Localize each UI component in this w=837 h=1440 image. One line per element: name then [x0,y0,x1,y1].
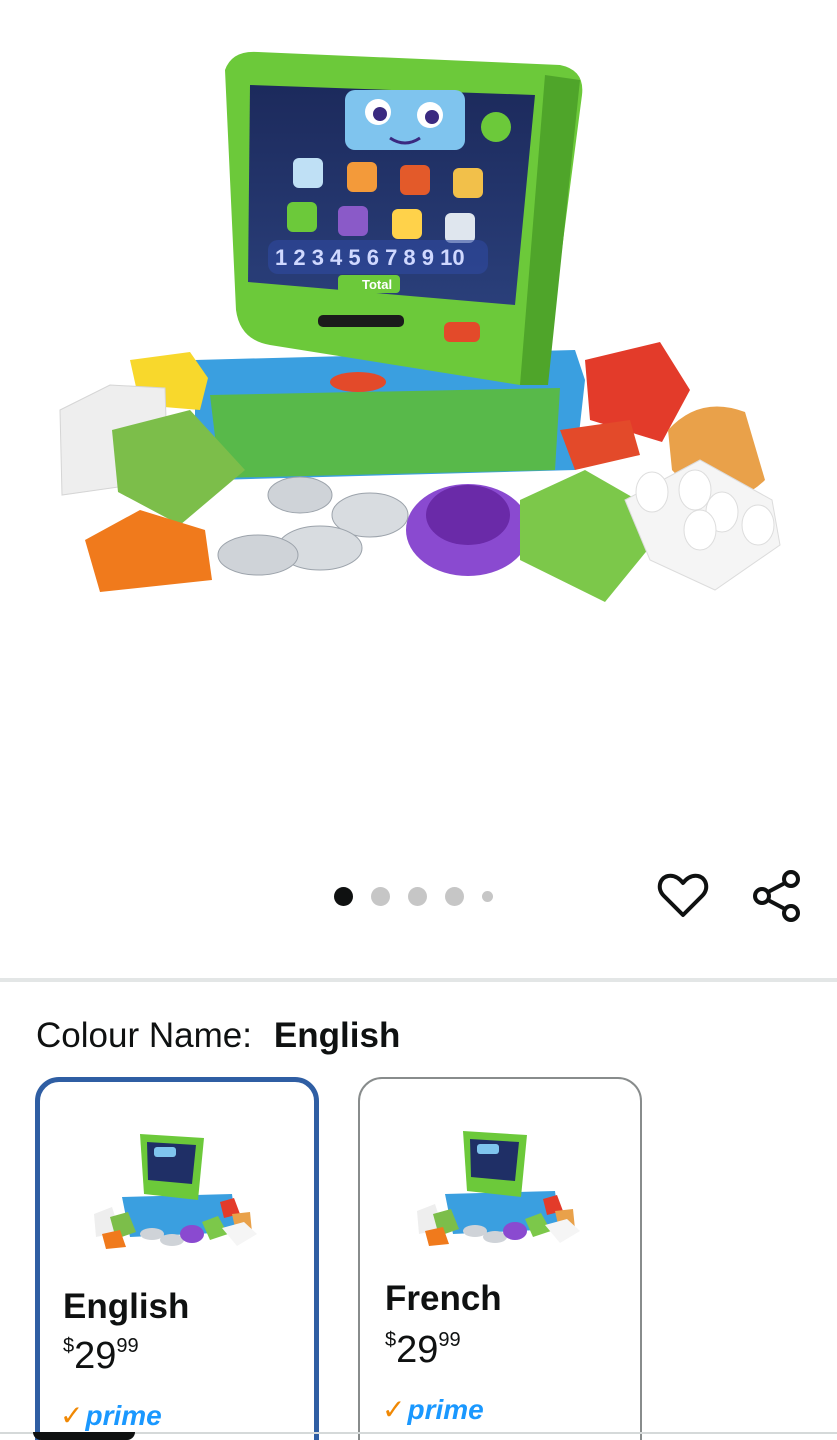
share-button[interactable] [749,868,805,924]
product-thumbnail [94,1134,257,1249]
prime-label: prime [407,1394,484,1425]
heart-outline-icon [657,873,709,917]
price-fraction: 99 [116,1335,139,1357]
product-thumbnail [417,1131,580,1246]
prime-badge: ✓prime [382,1393,484,1426]
image-carousel-dots [334,887,511,906]
price-currency: $ [63,1335,75,1357]
variation-option-english[interactable]: English $2999 ✓prime [35,1077,319,1440]
price-whole: 29 [74,1335,117,1377]
carousel-dot-4[interactable] [445,887,464,906]
price-currency: $ [385,1329,397,1351]
option-name: French [385,1279,502,1318]
carousel-dot-1[interactable] [334,887,353,906]
option-price: $2999 [63,1335,139,1378]
prime-check-icon: ✓ [382,1394,406,1425]
price-fraction: 99 [438,1329,461,1351]
share-icon [753,870,800,922]
carousel-dot-3[interactable] [408,887,427,906]
variation-selected-value: English [273,1016,401,1055]
svg-text:1 2 3 4 5 6 7 8 9 10: 1 2 3 4 5 6 7 8 9 10 [275,245,465,270]
option-name: English [63,1287,190,1326]
product-image[interactable]: 1 2 3 4 5 6 7 8 9 10 Total [0,0,837,850]
add-to-wishlist-button[interactable] [655,868,711,924]
cash-register-illustration: 1 2 3 4 5 6 7 8 9 10 Total [59,51,781,602]
prime-badge: ✓prime [60,1399,162,1432]
variation-label: Colour Name: [36,1016,252,1055]
option-price: $2999 [385,1329,461,1372]
screen-total-text: Total [362,277,392,292]
prime-check-icon: ✓ [60,1400,84,1431]
carousel-dot-2[interactable] [371,887,390,906]
variation-label-row: Colour Name: English [36,1014,400,1058]
section-divider [0,978,837,982]
bottom-tab-indicator [33,1432,135,1440]
variation-option-french[interactable]: French $2999 ✓prime [358,1077,642,1440]
carousel-dot-5[interactable] [482,891,493,902]
prime-label: prime [85,1400,162,1431]
price-whole: 29 [396,1329,439,1371]
